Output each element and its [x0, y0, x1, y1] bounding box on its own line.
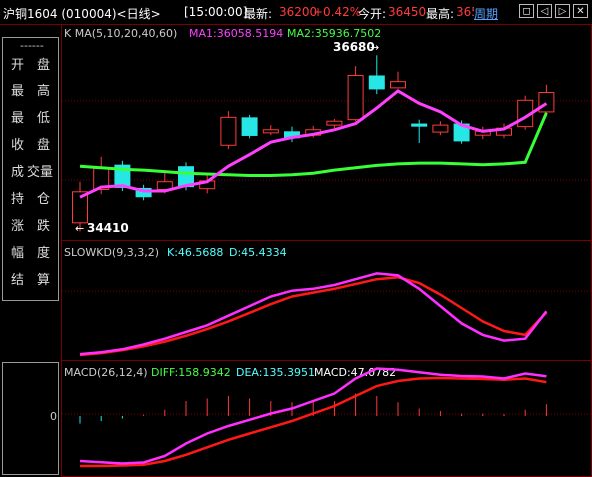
row-volume-a: 成 — [11, 165, 25, 180]
change-percent: +0.42% — [313, 5, 362, 19]
row-change: 涨跌 — [3, 211, 58, 237]
row-low: 最低 — [3, 103, 58, 129]
candle-body — [411, 123, 428, 127]
next-icon[interactable]: ▷ — [555, 4, 570, 18]
macd-zero-text: 0 — [50, 410, 57, 423]
prev-icon[interactable]: ◁ — [537, 4, 552, 18]
high-value: 365 — [456, 5, 474, 19]
open-label: 今开: — [358, 7, 387, 21]
ma1-legend: MA1:36058.5194 — [189, 27, 283, 40]
quote-time: [15:00:00] — [184, 5, 248, 19]
ma2-legend: MA2:35936.7502 — [287, 27, 381, 40]
quote-info-panel: ------ 开盘 最高 最低 收盘 成交量 持仓 涨跌 幅度 结算 — [2, 37, 59, 301]
row-open-b: 盘 — [37, 58, 51, 73]
macd-chart-title: MACD(26,12,4) — [64, 366, 148, 379]
row-volume-b: 交量 — [27, 165, 54, 180]
candle-body — [368, 75, 385, 90]
max-arrow: → — [370, 41, 379, 54]
latest-label: 最新: — [244, 7, 273, 21]
d-legend: D:45.4334 — [229, 246, 287, 259]
row-pct: 幅度 — [3, 238, 58, 264]
ma1-line — [79, 89, 548, 199]
row-close-b: 盘 — [37, 138, 51, 153]
candle-body — [326, 120, 343, 126]
candlestick-layer — [72, 55, 555, 232]
open-value: 36450 — [388, 5, 427, 19]
row-oi-a: 持 — [11, 192, 25, 207]
min-arrow: ← — [75, 222, 84, 235]
row-close-a: 收 — [11, 138, 25, 153]
latest-value: 36200 — [279, 5, 318, 19]
row-low-b: 低 — [37, 111, 51, 126]
row-open-a: 开 — [11, 58, 25, 73]
kd-layer — [79, 272, 548, 357]
dea-legend: DEA:135.3951 — [236, 366, 315, 379]
title-bar: 沪铜1604 (010004)<日线> [15:00:00] 最新: 36200… — [0, 0, 592, 25]
row-oi-b: 仓 — [37, 192, 51, 207]
price-chart-title: K MA(5,10,20,40,60) — [64, 27, 177, 40]
candle-body — [262, 129, 279, 134]
row-change-b: 跌 — [37, 219, 51, 234]
ma2-line — [79, 112, 548, 177]
row-close: 收盘 — [3, 130, 58, 156]
row-high-b: 高 — [37, 84, 51, 99]
max-price-label: 36680 — [333, 40, 375, 54]
macd-layer — [79, 367, 547, 468]
k-legend: K:46.5688 — [167, 246, 223, 259]
candle-body — [432, 124, 449, 133]
candle-body — [241, 117, 258, 136]
row-pct-a: 幅 — [11, 246, 25, 261]
row-volume: 成交量 — [3, 157, 58, 183]
row-open-interest: 持仓 — [3, 184, 58, 210]
min-price-label: 34410 — [87, 221, 129, 235]
row-high: 最高 — [3, 76, 58, 102]
candle-body — [538, 92, 555, 113]
candle-body — [220, 116, 237, 146]
row-settle-b: 算 — [37, 273, 51, 288]
row-pct-b: 度 — [37, 246, 51, 261]
diff-legend: DIFF:158.9342 — [151, 366, 231, 379]
candle-body — [390, 81, 406, 89]
row-change-a: 涨 — [11, 219, 25, 234]
high-label: 最高: — [426, 7, 455, 21]
candle-body — [347, 74, 364, 121]
row-settle-a: 结 — [11, 273, 25, 288]
kd-chart-title: SLOWKD(9,3,3,2) — [64, 246, 159, 259]
row-settle: 结算 — [3, 265, 58, 291]
chart-area[interactable]: K MA(5,10,20,40,60) MA1:36058.5194 MA2:3… — [61, 24, 592, 477]
row-open: 开盘 — [3, 50, 58, 76]
period-link[interactable]: 周期 — [474, 5, 498, 22]
row-low-a: 最 — [11, 111, 25, 126]
restore-icon[interactable]: ◻ — [519, 4, 534, 18]
dea-line — [80, 376, 547, 468]
instrument-title: 沪铜1604 (010004)<日线> — [3, 7, 161, 21]
close-icon[interactable]: ✕ — [573, 4, 588, 18]
k-line — [79, 272, 548, 356]
row-high-a: 最 — [11, 84, 25, 99]
